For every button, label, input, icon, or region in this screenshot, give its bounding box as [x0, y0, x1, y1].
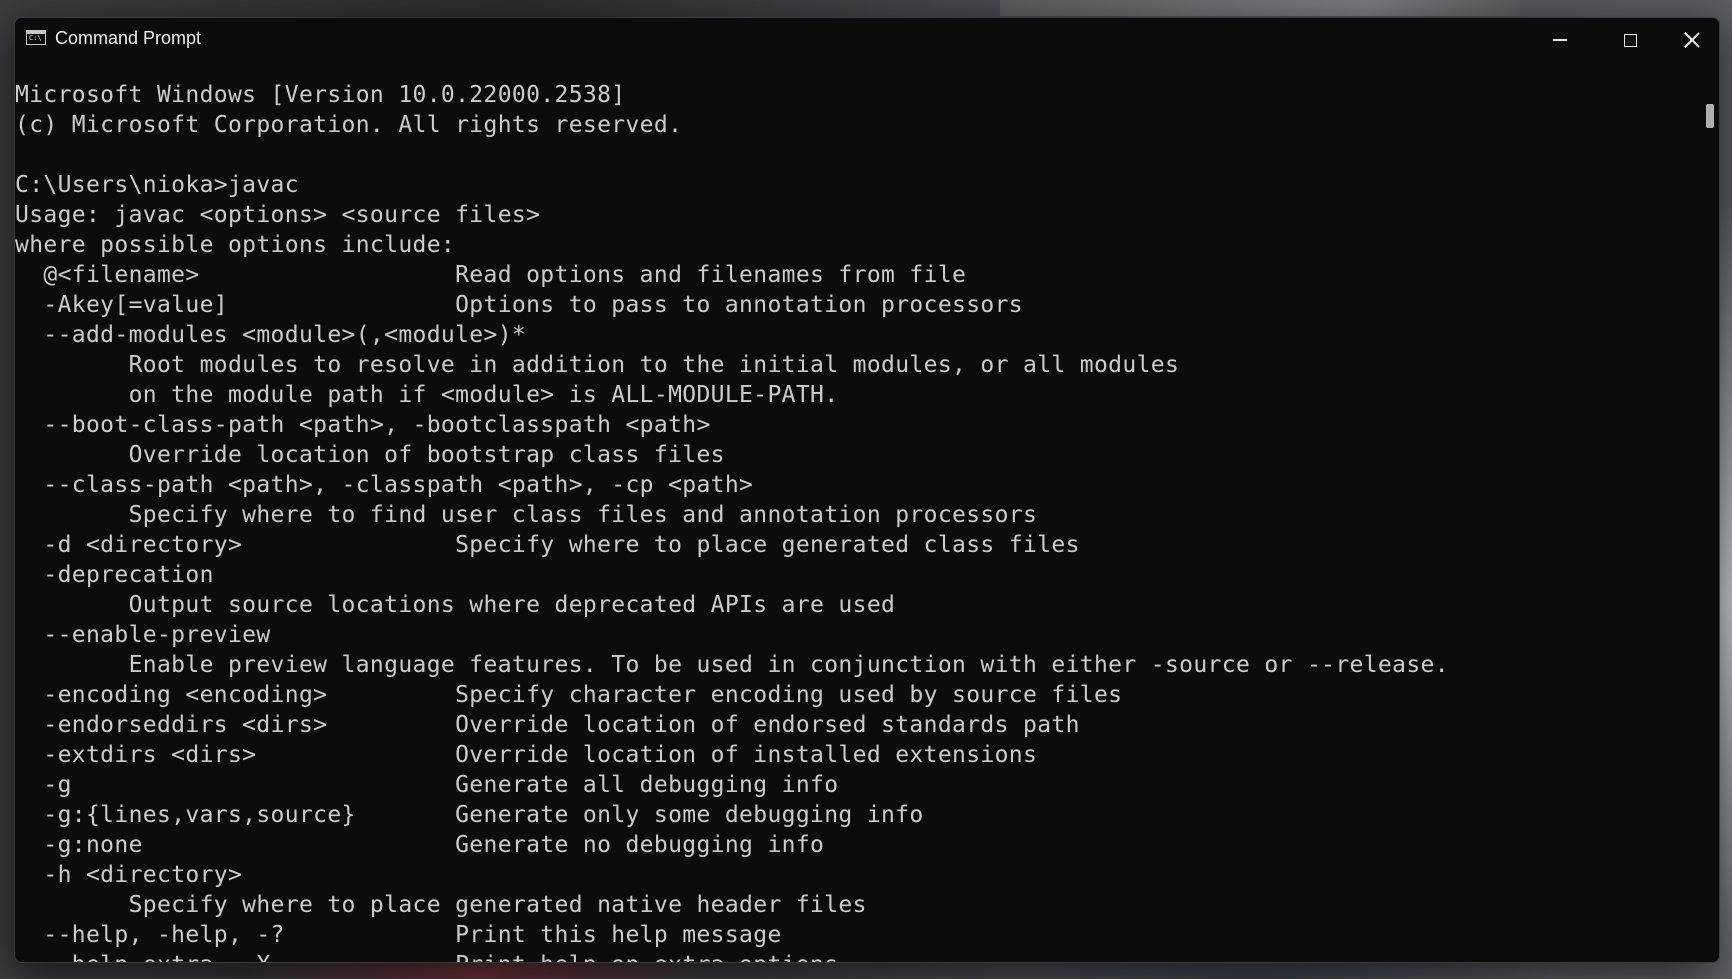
minimize-button[interactable] — [1525, 18, 1595, 62]
scrollbar-thumb[interactable] — [1706, 104, 1714, 128]
console-line: -endorseddirs <dirs> Override location o… — [15, 712, 1080, 738]
console-line: -g Generate all debugging info — [15, 772, 839, 798]
console-line: -d <directory> Specify where to place ge… — [15, 532, 1080, 558]
console-line: Specify where to place generated native … — [15, 892, 867, 918]
console-line: -extdirs <dirs> Override location of ins… — [15, 742, 1038, 768]
console-line: --class-path <path>, -classpath <path>, … — [15, 472, 754, 498]
console-line: where possible options include: — [15, 232, 456, 258]
console-line: --help, -help, -? Print this help messag… — [15, 922, 782, 948]
console-line: @<filename> Read options and filenames f… — [15, 262, 967, 288]
console-line: -Akey[=value] Options to pass to annotat… — [15, 292, 1023, 318]
console-icon-glyph: C:\ — [29, 34, 42, 42]
console-line: on the module path if <module> is ALL-MO… — [15, 382, 839, 408]
console-line: Enable preview language features. To be … — [15, 652, 1449, 678]
title-bar[interactable]: C:\ Command Prompt — [15, 18, 1719, 62]
console-line: Root modules to resolve in addition to t… — [15, 352, 1180, 378]
console-line: -g:{lines,vars,source} Generate only som… — [15, 802, 924, 828]
console-icon[interactable]: C:\ — [26, 30, 46, 45]
command-prompt-window[interactable]: C:\ Command Prompt Microsoft Windows [Ve… — [14, 17, 1720, 963]
maximize-icon — [1623, 33, 1637, 47]
window-title: Command Prompt — [55, 28, 202, 48]
console-line: Usage: javac <options> <source files> — [15, 202, 541, 228]
console-line: Output source locations where deprecated… — [15, 592, 896, 618]
console-line: --enable-preview — [15, 622, 271, 648]
console-output[interactable]: Microsoft Windows [Version 10.0.22000.25… — [15, 62, 1699, 962]
console-line: -g:none Generate no debugging info — [15, 832, 825, 858]
console-line: Microsoft Windows [Version 10.0.22000.25… — [15, 82, 626, 108]
close-icon — [1684, 32, 1700, 48]
console-line: -encoding <encoding> Specify character e… — [15, 682, 1123, 708]
maximize-button[interactable] — [1595, 18, 1665, 62]
console-line: --add-modules <module>(,<module>)* — [15, 322, 527, 348]
close-button[interactable] — [1665, 18, 1719, 62]
console-text: Microsoft Windows [Version 10.0.22000.25… — [15, 62, 1699, 962]
minimize-icon — [1553, 39, 1567, 41]
console-line: Override location of bootstrap class fil… — [15, 442, 725, 468]
console-line: -h <directory> — [15, 862, 243, 888]
console-line: --help-extra, -X Print help on extra opt… — [15, 950, 1699, 962]
console-line: -deprecation — [15, 562, 214, 588]
console-line: C:\Users\nioka>javac — [15, 172, 299, 198]
vertical-scrollbar[interactable] — [1699, 62, 1719, 962]
console-line: Specify where to find user class files a… — [15, 502, 1038, 528]
console-line: (c) Microsoft Corporation. All rights re… — [15, 112, 683, 138]
wallpaper-detail — [1000, 0, 1520, 16]
console-line: --boot-class-path <path>, -bootclasspath… — [15, 412, 711, 438]
